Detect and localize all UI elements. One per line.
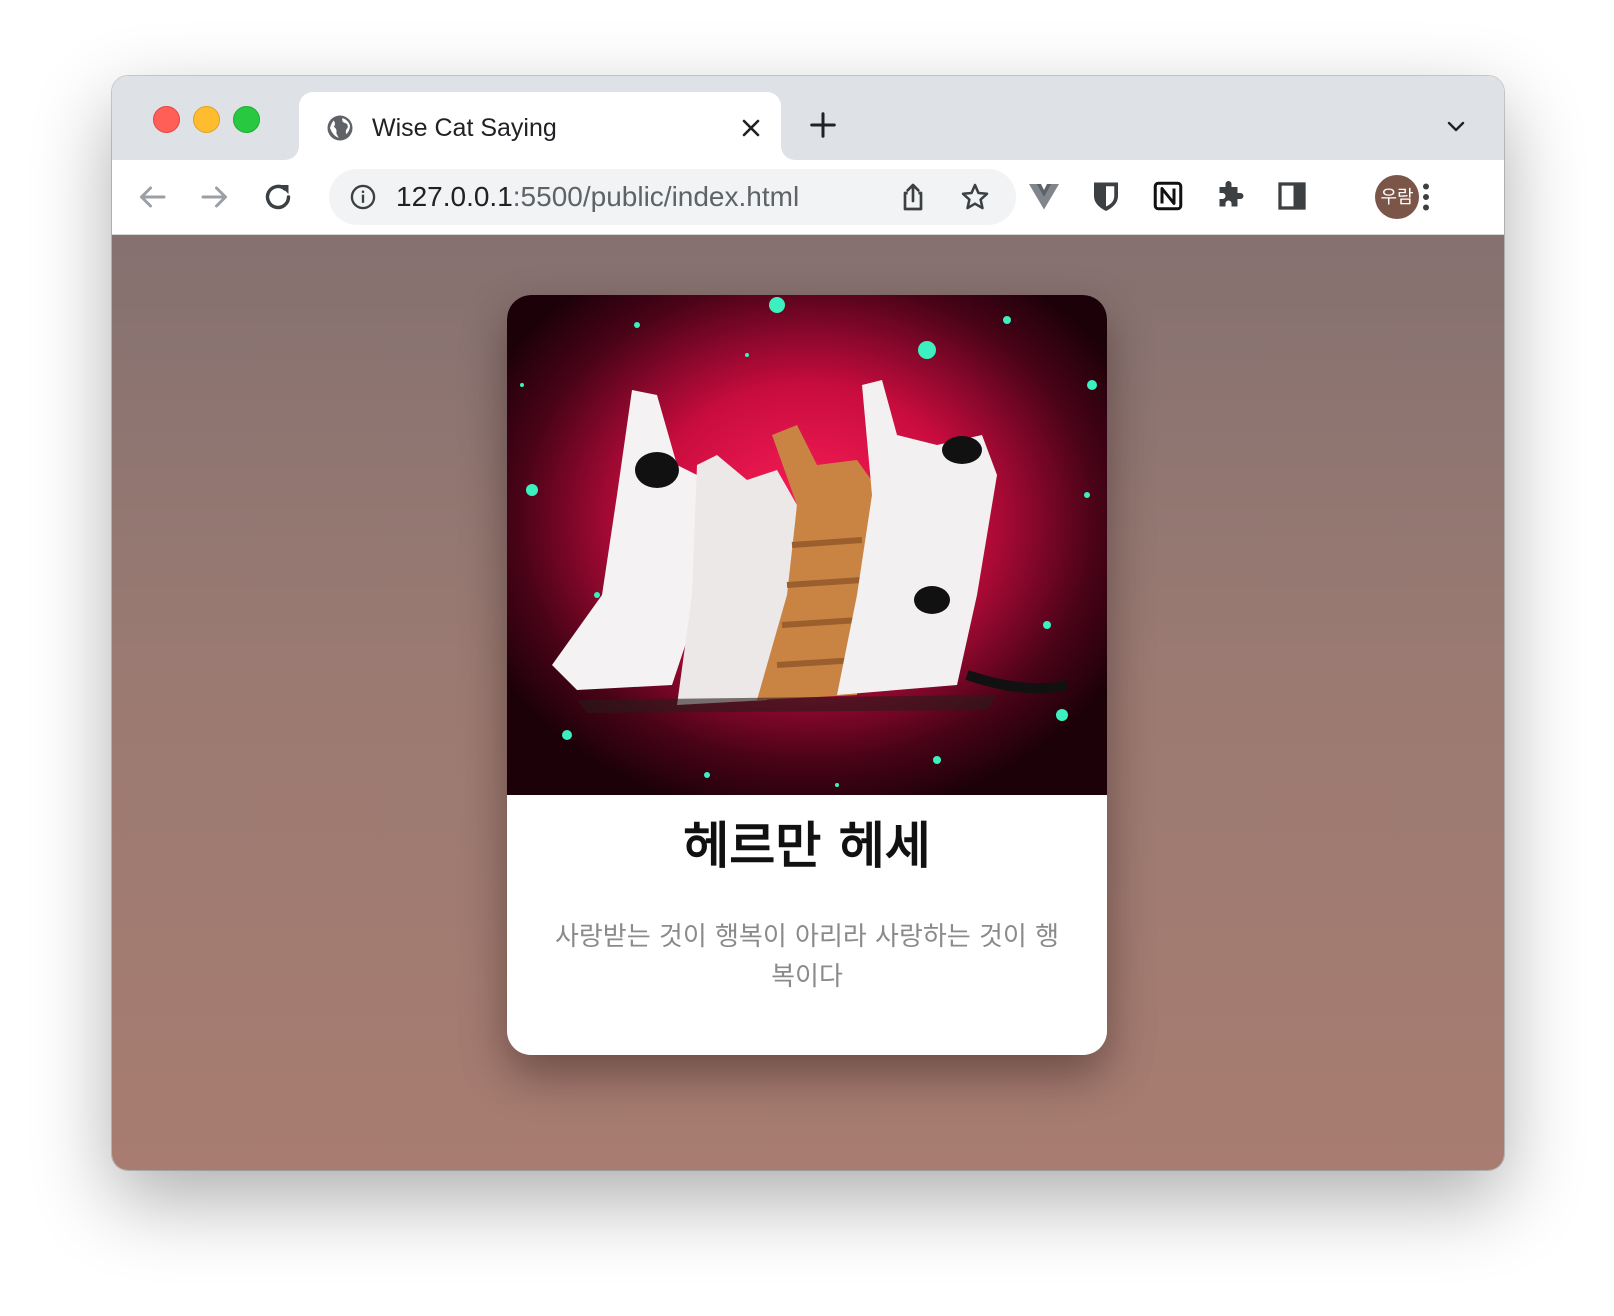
cat-image (507, 295, 1107, 795)
puzzle-icon[interactable] (1212, 178, 1248, 214)
minimize-window-button[interactable] (193, 106, 220, 133)
address-bar[interactable]: 127.0.0.1:5500/public/index.html (329, 169, 1016, 225)
quote-text: 사랑받는 것이 행복이 아리라 사랑하는 것이 행복이다 (554, 922, 1060, 992)
reload-icon[interactable] (260, 179, 296, 215)
maximize-window-button[interactable] (233, 106, 260, 133)
tab-active[interactable]: Wise Cat Saying (299, 92, 781, 160)
kebab-menu-icon[interactable] (1408, 179, 1444, 215)
browser-window: Wise Cat Saying 127.0.0.1:5500/public/in… (112, 76, 1504, 1170)
share-icon[interactable] (897, 181, 929, 213)
arrow-left-icon[interactable] (134, 179, 170, 215)
chevron-down-icon[interactable] (1444, 114, 1468, 138)
globe-icon (327, 115, 353, 141)
info-icon[interactable] (349, 183, 377, 211)
tab-strip: Wise Cat Saying (112, 76, 1504, 160)
close-window-button[interactable] (153, 106, 180, 133)
arrow-right-icon[interactable] (197, 179, 233, 215)
star-icon[interactable] (959, 181, 991, 213)
toolbar: 127.0.0.1:5500/public/index.html 우람 (112, 160, 1504, 235)
tab-title: Wise Cat Saying (372, 114, 557, 142)
quote-card: 헤르만 헤세 사랑받는 것이 행복이 아리라 사랑하는 것이 행복이다 (507, 295, 1107, 1055)
url-text[interactable]: 127.0.0.1:5500/public/index.html (396, 181, 799, 213)
url-host: 127.0.0.1 (396, 181, 513, 212)
page-viewport: 헤르만 헤세 사랑받는 것이 행복이 아리라 사랑하는 것이 행복이다 (112, 235, 1504, 1170)
vue-devtools-icon[interactable] (1026, 178, 1062, 214)
close-icon[interactable] (739, 116, 763, 140)
bitwarden-icon[interactable] (1088, 178, 1124, 214)
quote-author: 헤르만 헤세 (683, 817, 931, 875)
url-path: :5500/public/index.html (512, 181, 800, 212)
side-panel-icon[interactable] (1274, 178, 1310, 214)
plus-icon[interactable] (808, 110, 838, 140)
notion-icon[interactable] (1150, 178, 1186, 214)
